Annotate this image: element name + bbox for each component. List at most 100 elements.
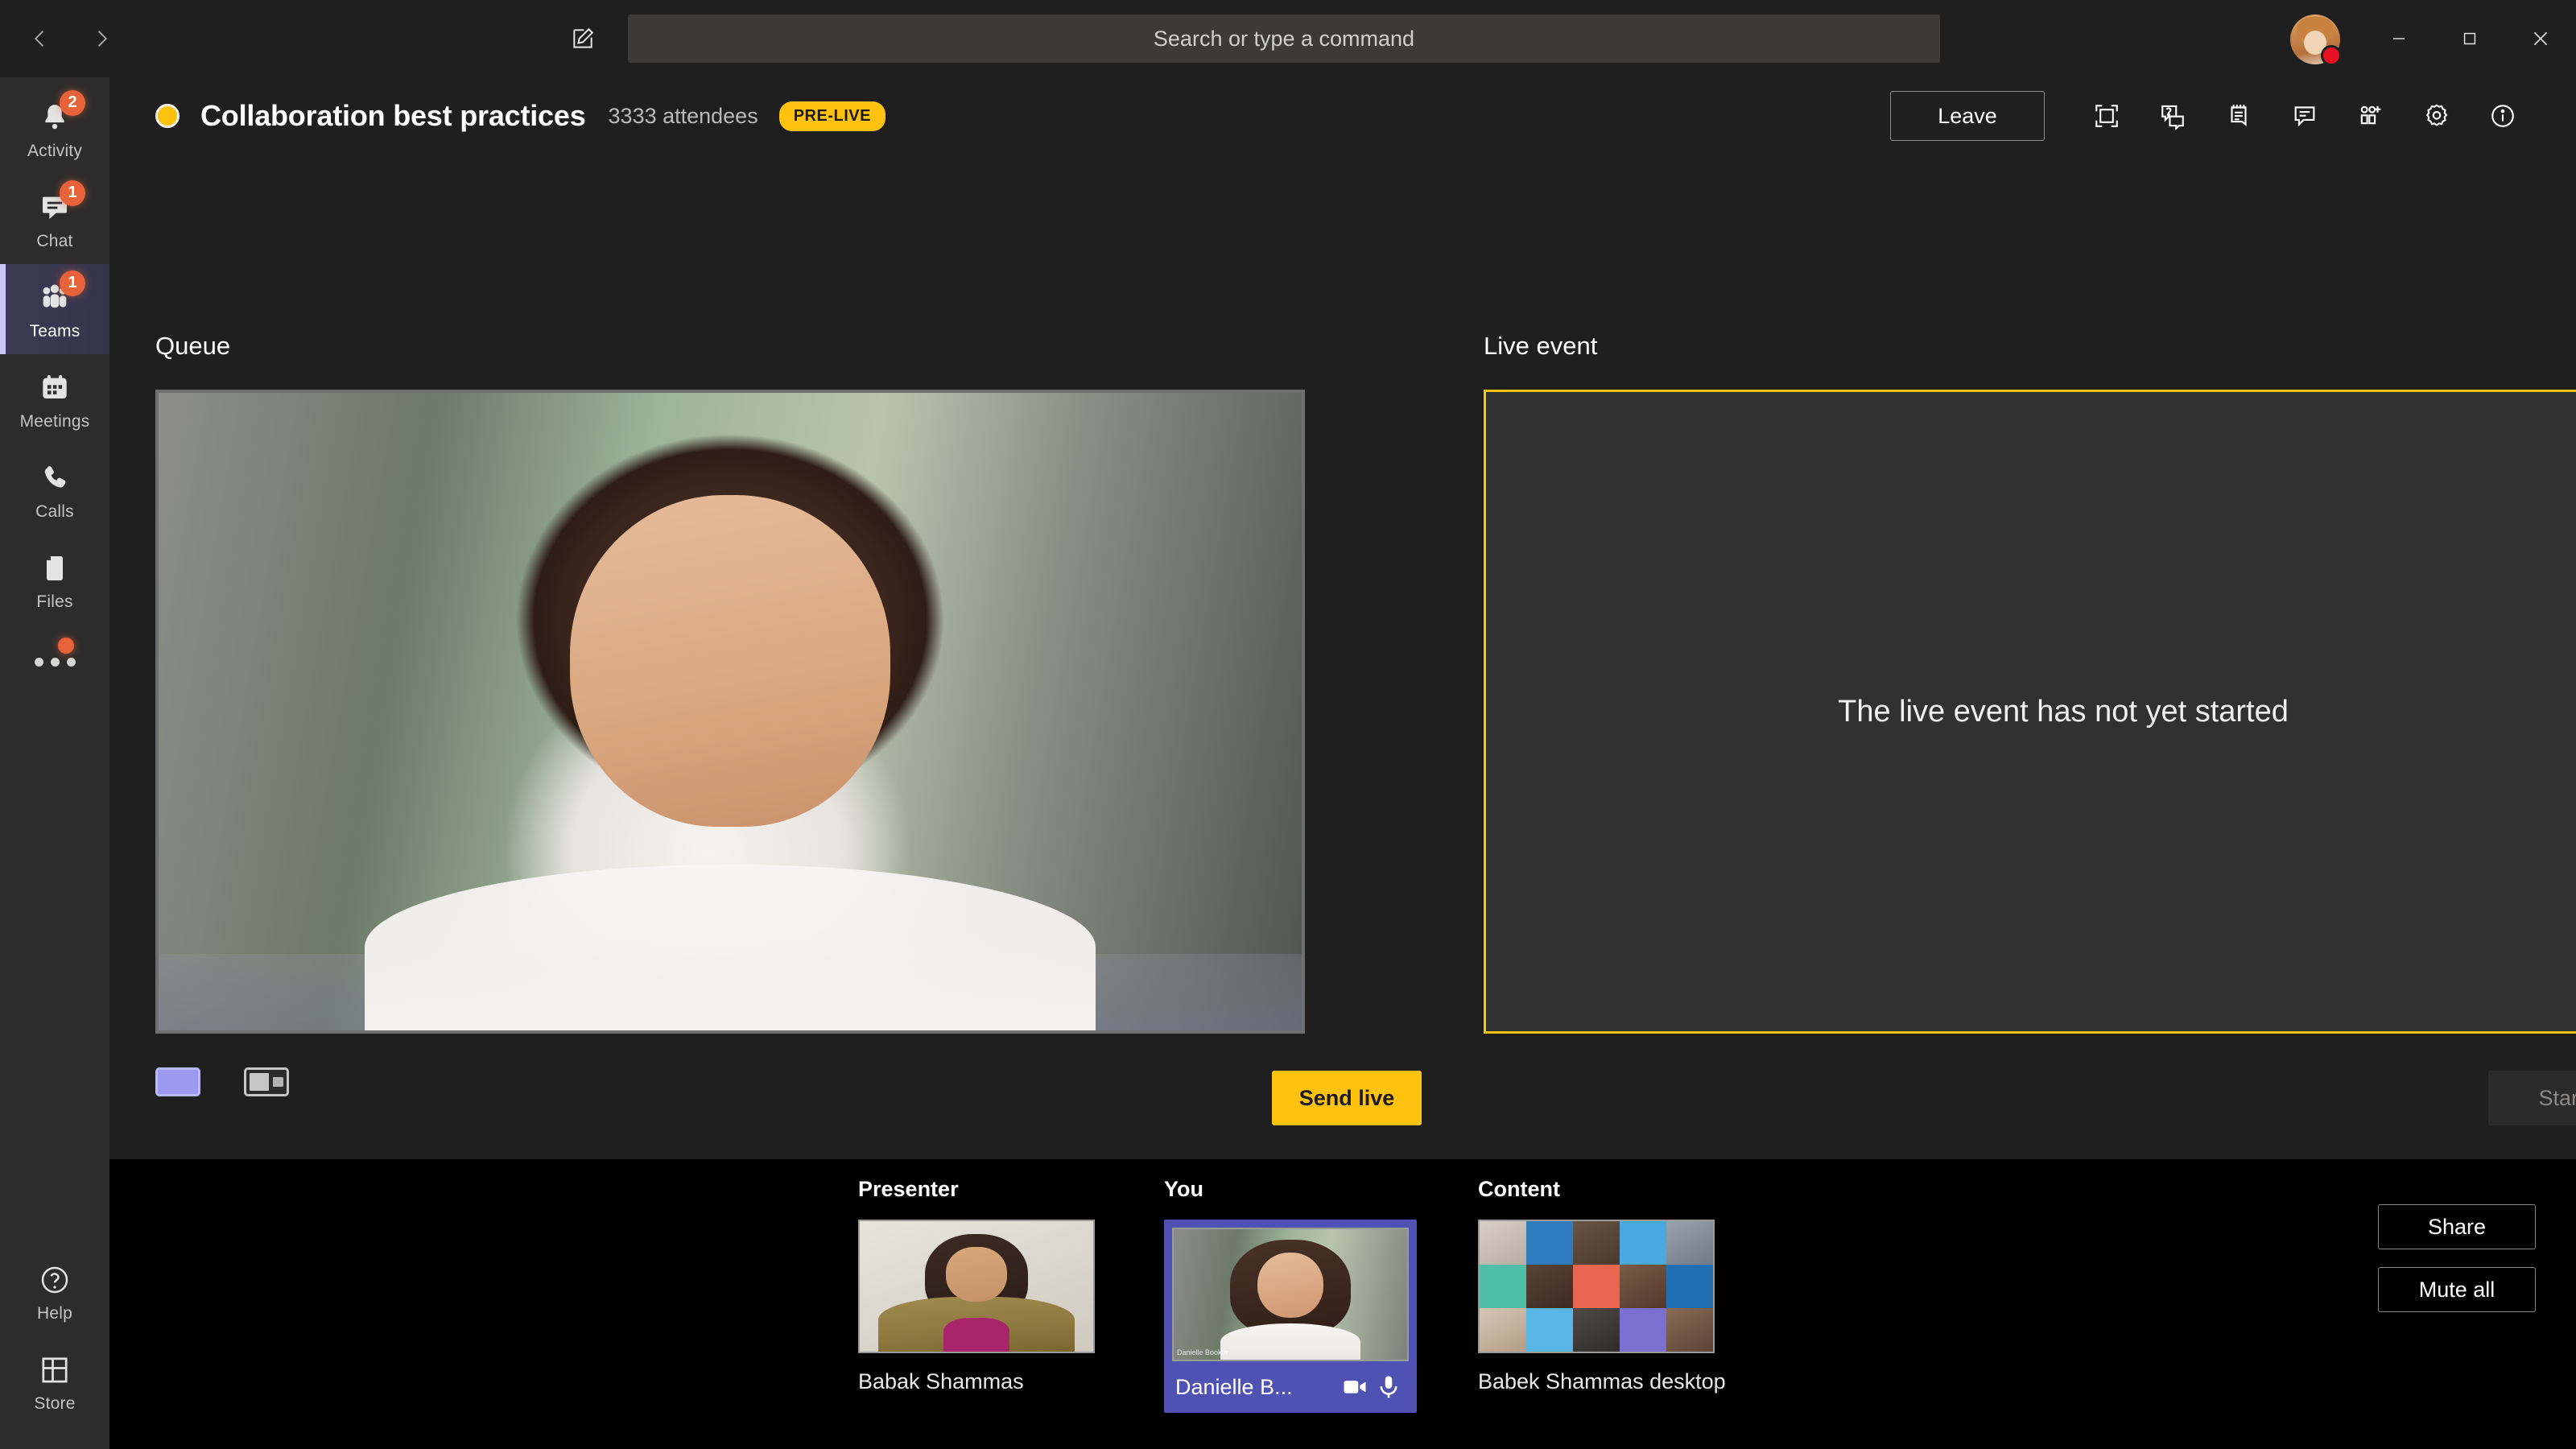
sidebar-item-store[interactable]: Store — [0, 1336, 109, 1426]
qna-icon[interactable] — [2140, 83, 2206, 149]
help-circle-icon — [35, 1260, 75, 1300]
live-event-preview: The live event has not yet started — [1484, 390, 2576, 1034]
presenter-name: Babak Shammas — [858, 1369, 1024, 1393]
people-icon: 1 — [35, 270, 85, 318]
stage: Queue Live event Send live The live even… — [109, 155, 2576, 1240]
add-people-icon[interactable] — [2338, 83, 2404, 149]
avatar[interactable] — [2290, 14, 2342, 66]
more-badge — [58, 638, 74, 654]
microphone-icon[interactable] — [1372, 1370, 1406, 1404]
info-icon[interactable] — [2470, 83, 2536, 149]
rail-bottom: Help Store — [0, 1246, 109, 1426]
presence-indicator — [2321, 45, 2342, 66]
nav-buttons — [21, 19, 121, 58]
you-tile[interactable]: Danielle Booker Danielle B... — [1164, 1220, 1417, 1413]
search-input[interactable]: Search or type a command — [628, 14, 1940, 63]
meeting-toolbar: Leave — [1890, 77, 2536, 155]
teams-live-event-window: Search or type a command 2 Activity 1 Ch… — [0, 0, 2576, 1449]
sidebar-item-label: Activity — [27, 141, 83, 160]
sidebar-item-more[interactable] — [0, 625, 109, 699]
sidebar-item-calls[interactable]: Calls — [0, 444, 109, 535]
queue-foreground-blur — [159, 953, 1302, 1030]
fullscreen-icon[interactable] — [2074, 83, 2140, 149]
sidebar-item-help[interactable]: Help — [0, 1246, 109, 1336]
camera-icon[interactable] — [1338, 1370, 1372, 1404]
share-button[interactable]: Share — [2378, 1204, 2536, 1249]
presenter-face — [946, 1247, 1007, 1302]
chat-icon: 1 — [35, 180, 85, 228]
chat-bubble-icon[interactable] — [2272, 83, 2338, 149]
presenter-shirt — [943, 1317, 1009, 1352]
layout-side-by-side-button[interactable] — [244, 1067, 289, 1096]
minimize-button[interactable] — [2363, 0, 2434, 77]
chat-badge: 1 — [60, 180, 85, 206]
presenter-thumbnail — [858, 1220, 1095, 1353]
content-collage — [1480, 1221, 1713, 1352]
more-dots-icon — [34, 657, 76, 667]
presenter-video-art — [860, 1221, 1093, 1352]
content-name: Babek Shammas desktop — [1478, 1369, 1726, 1393]
sidebar-item-label: Teams — [29, 321, 80, 341]
sidebar-item-label: Store — [34, 1393, 76, 1413]
tray-group-presenter: Presenter Babak Shammas — [858, 1177, 1095, 1394]
forward-button[interactable] — [82, 19, 121, 58]
close-button[interactable] — [2505, 0, 2576, 77]
layout-main-region — [250, 1073, 270, 1091]
leave-button[interactable]: Leave — [1890, 91, 2045, 141]
attendee-count: 3333 attendees — [608, 103, 758, 128]
sidebar-item-teams[interactable]: 1 Teams — [0, 264, 109, 354]
participant-tray: Presenter Babak Shammas You Danielle Boo… — [109, 1159, 2576, 1449]
you-thumbnail: Danielle Booker — [1172, 1228, 1409, 1361]
bell-icon: 2 — [35, 89, 85, 138]
store-grid-icon — [35, 1350, 75, 1390]
live-event-message: The live event has not yet started — [1838, 694, 2289, 729]
left-rail: 2 Activity 1 Chat 1 Teams Meetings Calls… — [0, 77, 109, 1449]
you-name: Danielle B... — [1175, 1374, 1293, 1399]
send-live-button[interactable]: Send live — [1272, 1071, 1422, 1125]
tray-actions: Share Mute all — [2378, 1204, 2536, 1312]
layout-selector — [155, 1067, 289, 1096]
tray-group-title: You — [1164, 1177, 1203, 1201]
tray-group-you: You Danielle Booker Danielle B... — [1164, 1177, 1417, 1413]
title-bar: Search or type a command — [0, 0, 2576, 77]
back-button[interactable] — [21, 19, 60, 58]
start-button[interactable]: Start — [2488, 1071, 2576, 1125]
window-controls — [2363, 0, 2576, 77]
meeting-notes-icon[interactable] — [2206, 83, 2272, 149]
teams-badge: 1 — [60, 270, 85, 296]
sidebar-item-activity[interactable]: 2 Activity — [0, 84, 109, 174]
tray-group-title: Presenter — [858, 1177, 959, 1201]
you-face — [1257, 1253, 1323, 1319]
you-overlay-name: Danielle Booker — [1177, 1348, 1228, 1356]
sidebar-item-label: Files — [36, 592, 73, 611]
sidebar-item-meetings[interactable]: Meetings — [0, 354, 109, 444]
layout-pip-region — [272, 1077, 283, 1087]
page-title: Collaboration best practices — [200, 99, 586, 132]
layout-single-button[interactable] — [155, 1067, 200, 1096]
status-badge: PRE-LIVE — [778, 101, 886, 131]
you-video-art: Danielle Booker — [1174, 1229, 1407, 1360]
live-status-dot — [155, 104, 180, 128]
queue-video-preview[interactable] — [155, 390, 1305, 1034]
sidebar-item-chat[interactable]: 1 Chat — [0, 174, 109, 264]
sidebar-item-label: Calls — [35, 502, 74, 521]
queue-video-image — [159, 393, 1302, 1030]
content-thumbnail — [1478, 1220, 1715, 1353]
queue-label: Queue — [155, 332, 231, 360]
queue-face — [570, 494, 890, 827]
tray-group-title: Content — [1478, 1177, 1560, 1201]
activity-badge: 2 — [60, 89, 85, 116]
mute-all-button[interactable]: Mute all — [2378, 1267, 2536, 1312]
search-placeholder: Search or type a command — [1153, 26, 1415, 51]
maximize-button[interactable] — [2434, 0, 2505, 77]
settings-gear-icon[interactable] — [2404, 83, 2470, 149]
you-tile-footer: Danielle B... — [1172, 1361, 1409, 1413]
content-tile[interactable]: Babek Shammas desktop — [1478, 1220, 1726, 1394]
file-icon — [35, 548, 75, 588]
sidebar-item-label: Help — [37, 1303, 72, 1323]
compose-pencil-icon[interactable] — [564, 19, 602, 58]
sidebar-item-files[interactable]: Files — [0, 535, 109, 625]
presenter-tile[interactable]: Babak Shammas — [858, 1220, 1095, 1394]
phone-icon — [35, 458, 75, 498]
tray-group-content: Content Babek Shammas desktop — [1478, 1177, 1726, 1394]
